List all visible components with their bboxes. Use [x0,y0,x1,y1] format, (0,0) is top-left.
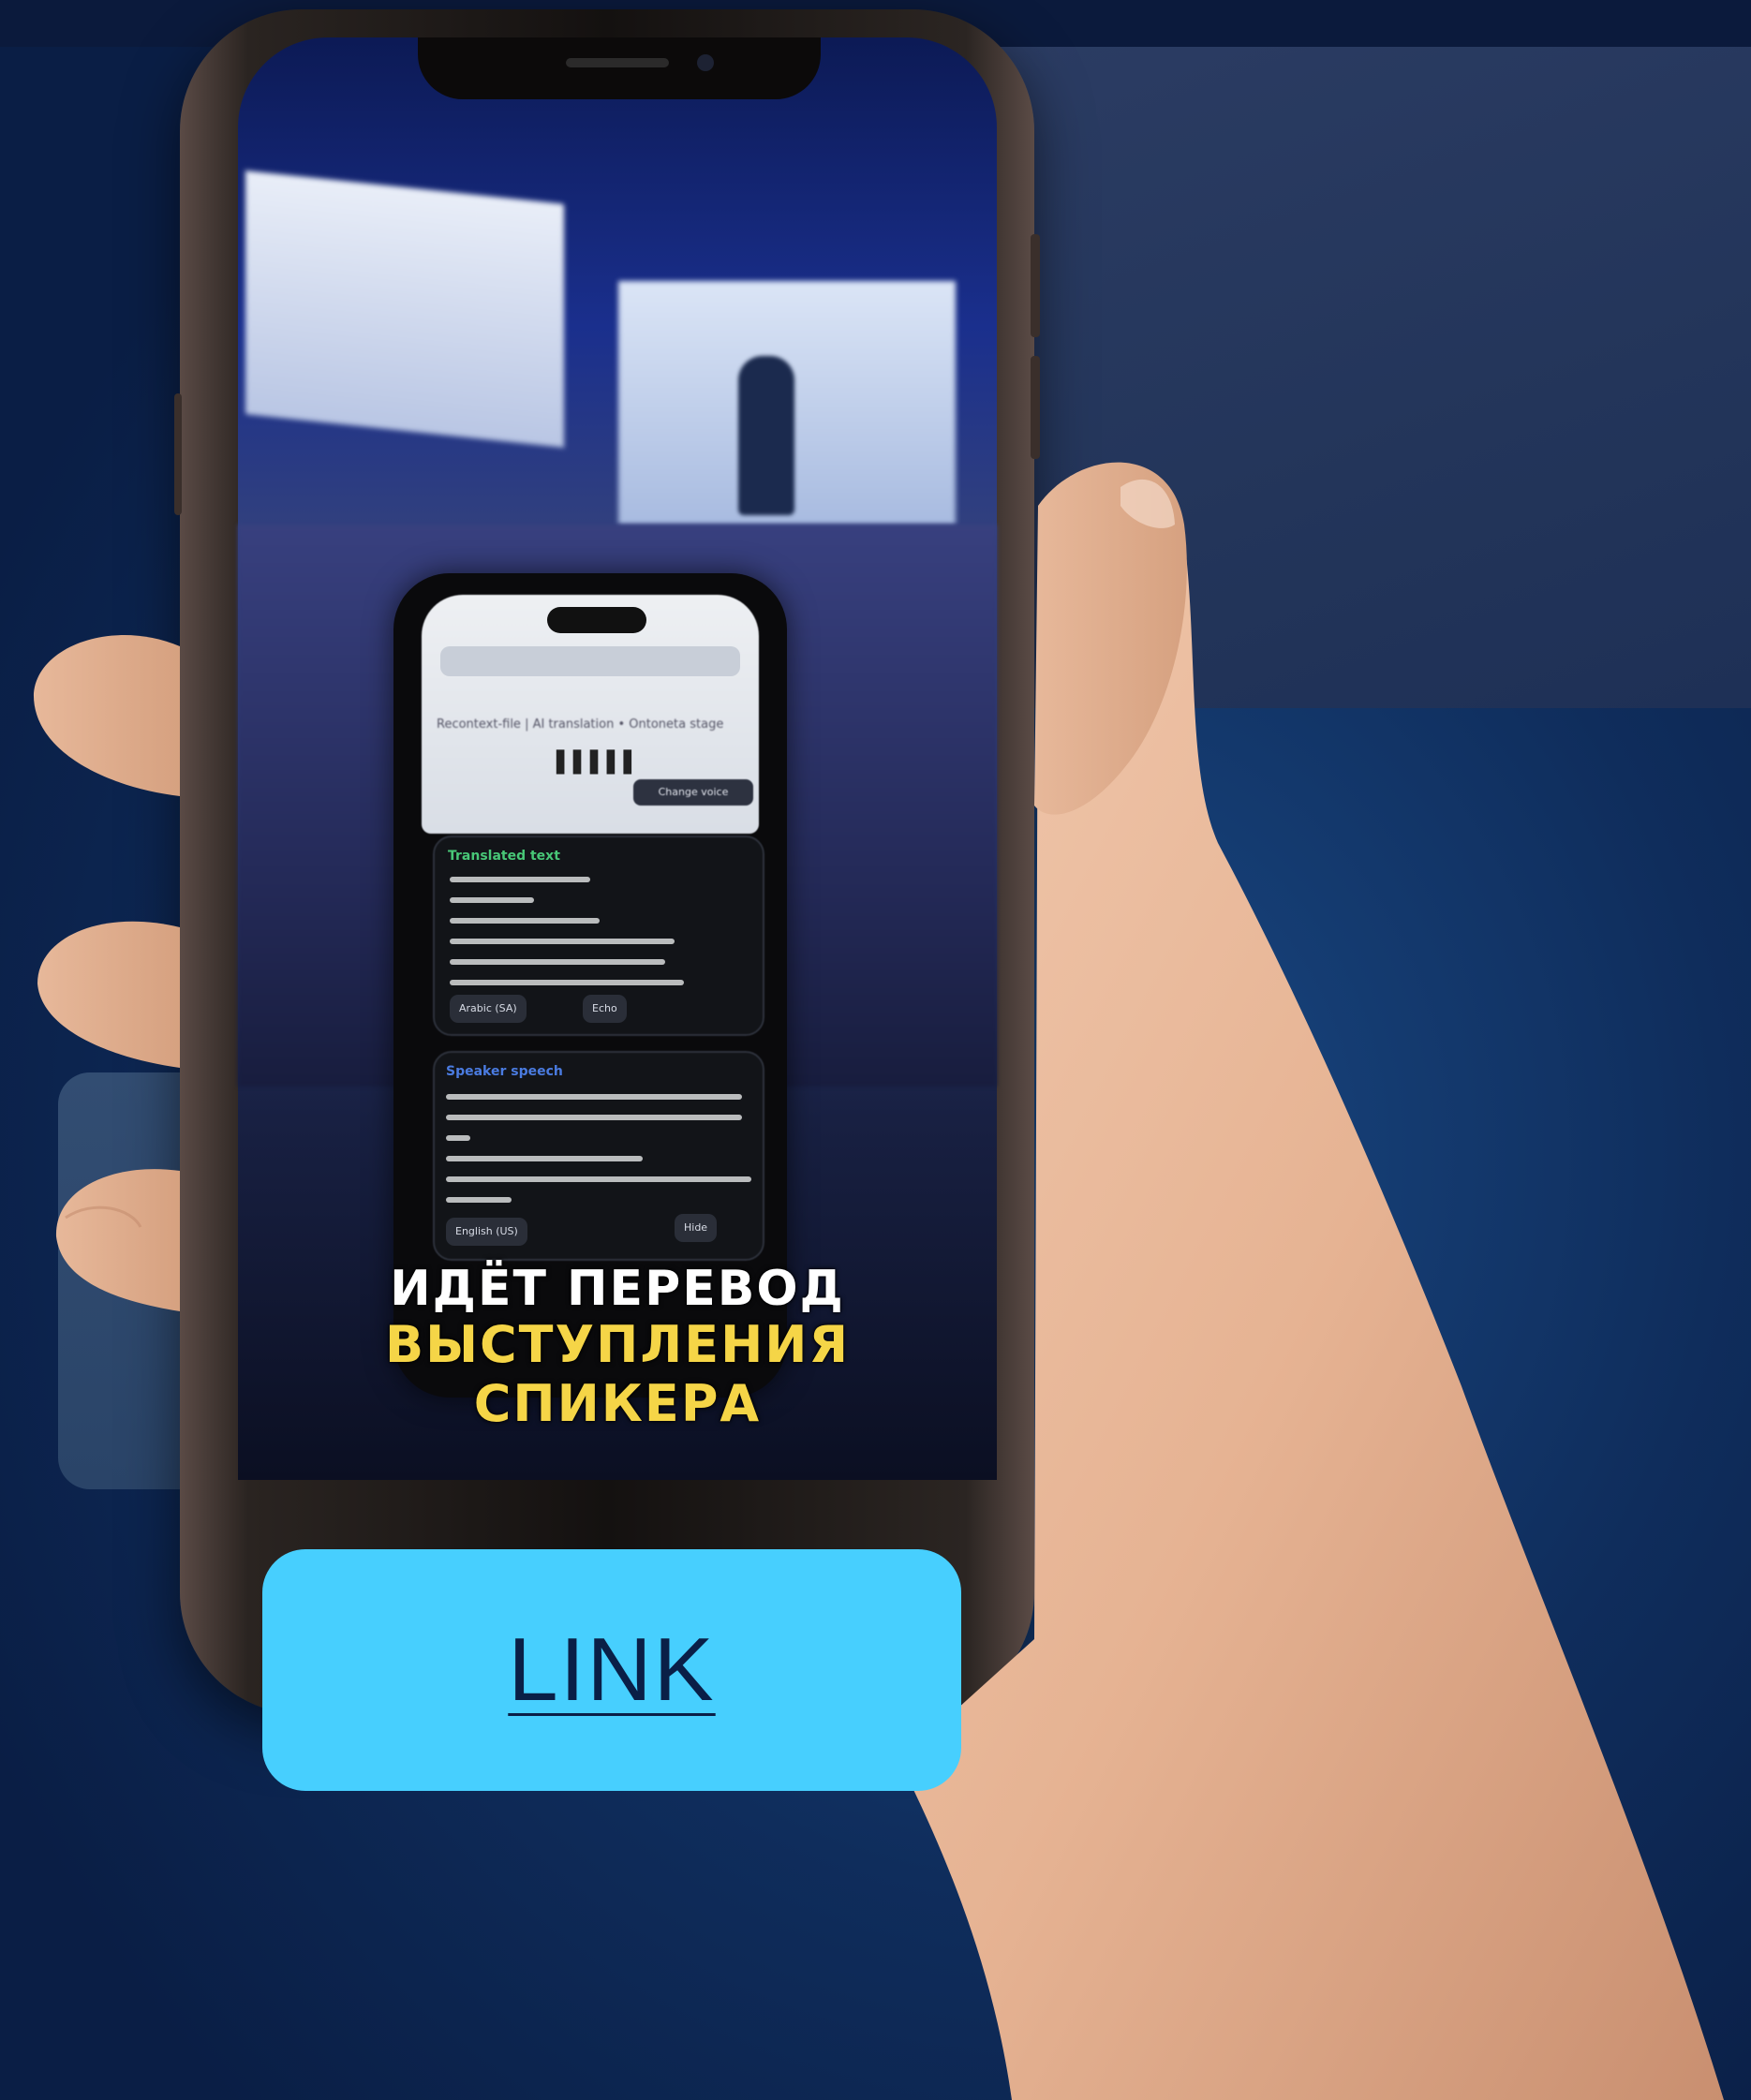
link-button[interactable]: LINK [262,1549,961,1791]
finger [55,1169,180,1311]
finger [37,921,180,1068]
finger [33,635,181,796]
palm [899,481,1724,2100]
link-label[interactable]: LINK [508,1619,715,1722]
